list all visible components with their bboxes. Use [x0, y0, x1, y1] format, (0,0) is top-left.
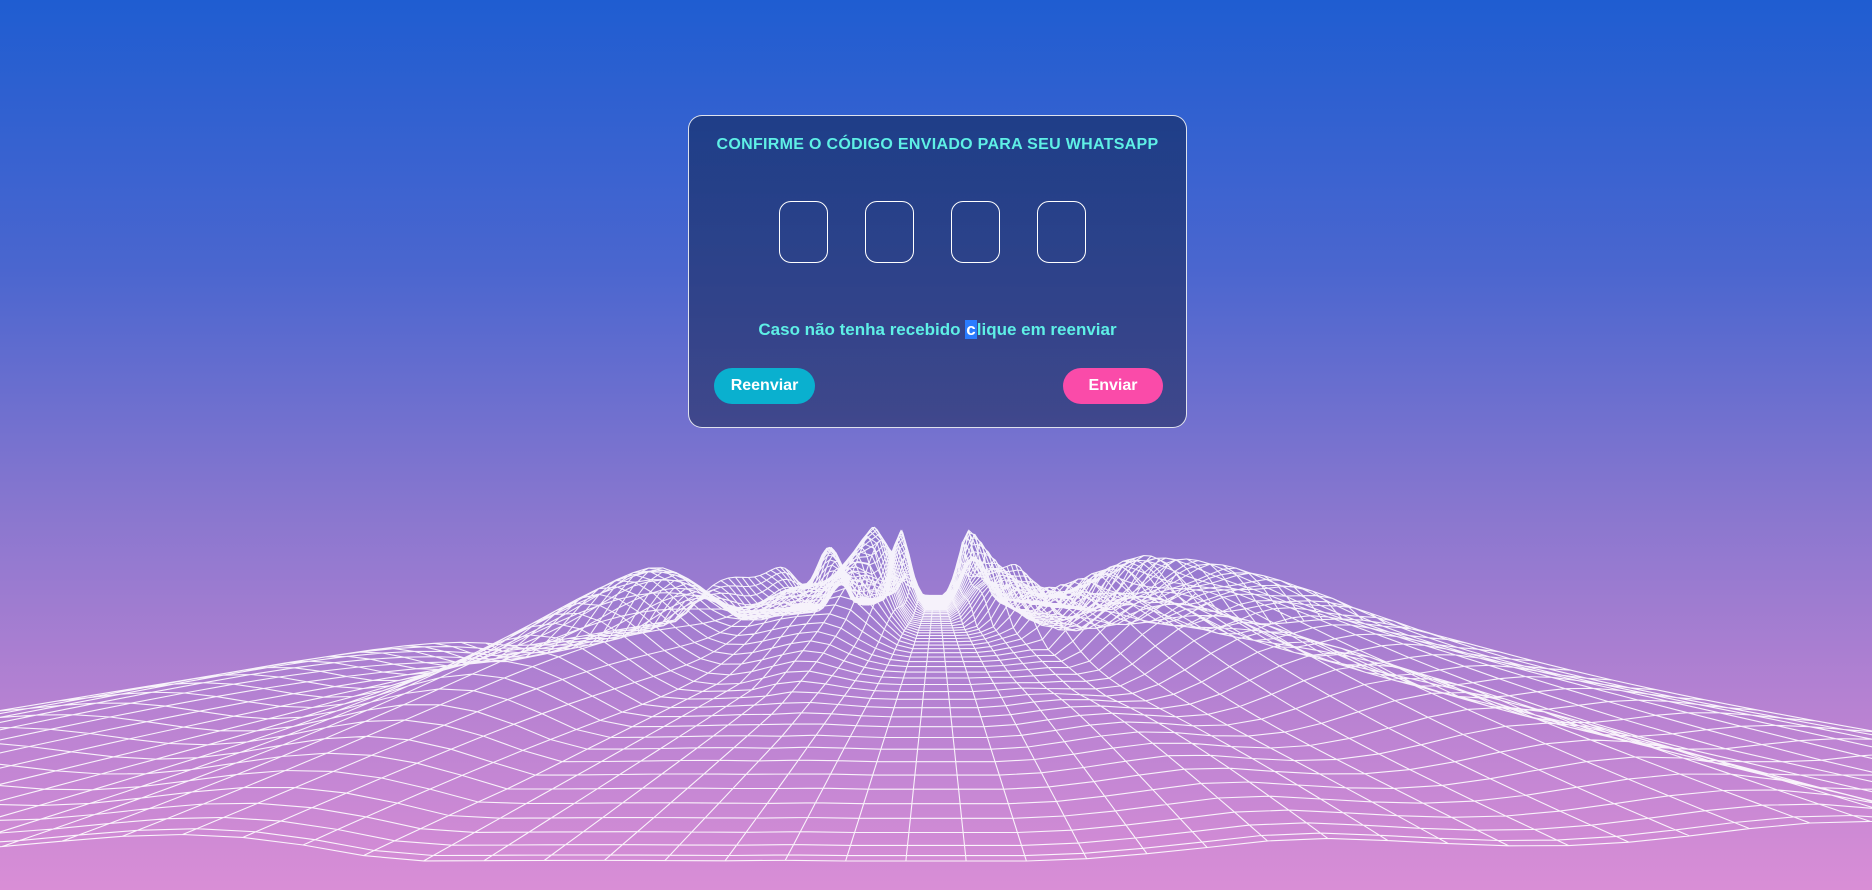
code-input-group — [779, 201, 1086, 263]
hint-text-selection: c — [965, 320, 977, 339]
code-digit-4-input[interactable] — [1037, 201, 1086, 263]
resend-button[interactable]: Reenviar — [714, 368, 815, 404]
dialog-title: CONFIRME O CÓDIGO ENVIADO PARA SEU WHATS… — [716, 136, 1159, 153]
confirm-code-dialog: CONFIRME O CÓDIGO ENVIADO PARA SEU WHATS… — [688, 115, 1187, 428]
send-button[interactable]: Enviar — [1063, 368, 1163, 404]
terrain-mesh — [0, 526, 1872, 862]
hint-text-start: Caso não tenha recebido — [758, 320, 966, 339]
hint-text-end: lique em reenviar — [976, 320, 1117, 339]
code-digit-3-input[interactable] — [951, 201, 1000, 263]
resend-hint: Caso não tenha recebido clique em reenvi… — [689, 320, 1186, 340]
code-digit-2-input[interactable] — [865, 201, 914, 263]
code-digit-1-input[interactable] — [779, 201, 828, 263]
